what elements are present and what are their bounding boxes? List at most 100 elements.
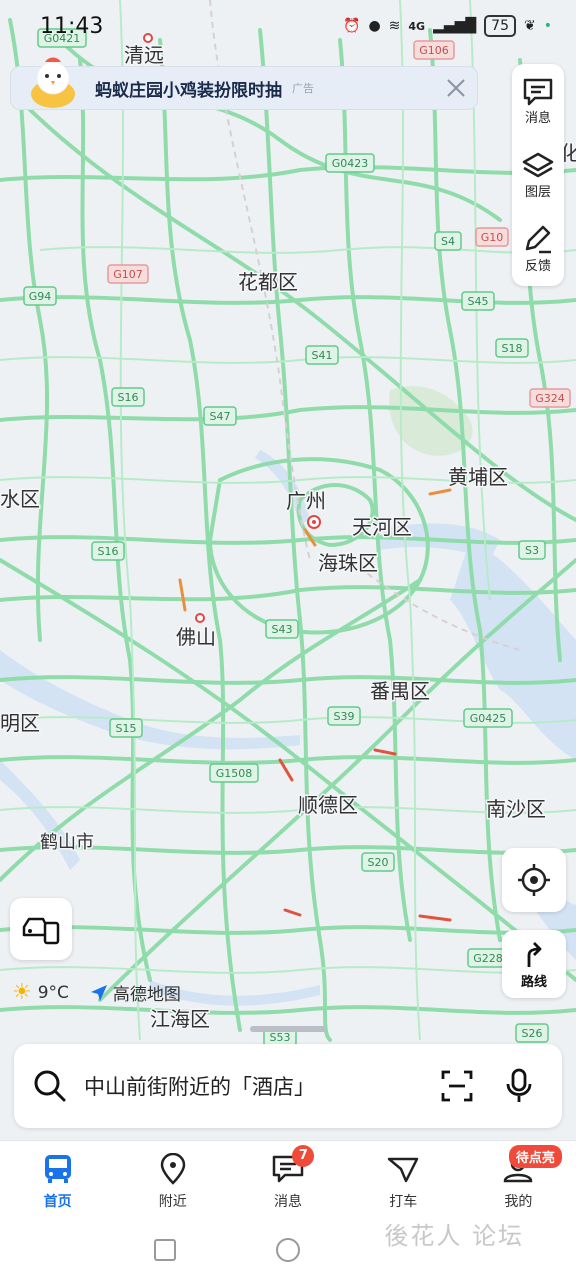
svg-text:G228: G228 xyxy=(473,952,503,965)
svg-text:S47: S47 xyxy=(210,410,231,423)
place-label: 广州 xyxy=(286,489,326,513)
locate-button[interactable] xyxy=(502,848,566,912)
place-label: 鹤山市 xyxy=(40,832,94,853)
svg-text:S39: S39 xyxy=(334,710,355,723)
drag-handle[interactable] xyxy=(250,1026,326,1032)
close-icon[interactable] xyxy=(443,75,469,101)
status-bar: 11:43 ⏰ ● ≋ 4G ▂▄▆█ 75 ❦ • xyxy=(0,0,576,52)
map-canvas[interactable]: 清远 花都区 广州 天河区 海珠区 黄埔区 佛山 番禺区 顺德区 南沙区 鹤山市… xyxy=(0,0,576,1140)
microphone-icon[interactable] xyxy=(504,1068,534,1104)
feedback-button-label: 反馈 xyxy=(524,258,551,274)
search-input[interactable]: 中山前街附近的「酒店」 xyxy=(84,1071,440,1101)
place-label: 黄埔区 xyxy=(448,465,508,489)
place-label: 海珠区 xyxy=(318,551,378,575)
recents-icon[interactable] xyxy=(153,1238,177,1262)
signal-icon: ▂▄▆█ xyxy=(433,18,477,34)
svg-text:S16: S16 xyxy=(118,391,139,404)
bus-icon xyxy=(44,1155,71,1183)
search-bar[interactable]: 中山前街附近的「酒店」 xyxy=(14,1044,562,1128)
layers-button-label: 图层 xyxy=(524,184,551,200)
wifi-icon: ≋ xyxy=(388,18,401,34)
alarm-icon: ⏰ xyxy=(343,18,361,34)
svg-text:S20: S20 xyxy=(368,856,389,869)
feedback-button[interactable]: 反馈 xyxy=(521,225,555,274)
svg-text:G324: G324 xyxy=(535,392,565,405)
place-label: 明区 xyxy=(0,711,40,735)
tab-home[interactable]: 首页 xyxy=(0,1141,115,1221)
route-button[interactable]: 路线 xyxy=(502,930,566,998)
road-shield: S47 xyxy=(203,406,237,426)
svg-text:G1508: G1508 xyxy=(216,767,253,780)
crosshair-icon xyxy=(518,864,550,896)
taxi-icon xyxy=(387,1157,419,1183)
ad-label: 广告 xyxy=(292,82,314,95)
svg-text:S53: S53 xyxy=(270,1031,291,1044)
tab-profile-label: 我的 xyxy=(504,1194,533,1210)
road-shield: S15 xyxy=(109,718,143,738)
brand-name: 高德地图 xyxy=(112,985,181,1005)
home-icon[interactable] xyxy=(275,1237,301,1263)
chick-mascot-icon xyxy=(31,57,75,108)
svg-text:G94: G94 xyxy=(29,290,52,303)
svg-text:S15: S15 xyxy=(116,722,137,735)
svg-text:S41: S41 xyxy=(312,349,333,362)
svg-text:S45: S45 xyxy=(468,295,489,308)
tab-messages-label: 消息 xyxy=(274,1194,302,1210)
dot-icon: • xyxy=(543,18,552,34)
tab-taxi[interactable]: 打车 xyxy=(346,1141,461,1221)
road-shield: S45 xyxy=(461,291,495,311)
tab-taxi-label: 打车 xyxy=(389,1194,418,1210)
layers-button[interactable]: 图层 xyxy=(521,151,555,200)
route-button-label: 路线 xyxy=(520,974,547,990)
place-label: 南沙区 xyxy=(486,797,546,821)
status-time: 11:43 xyxy=(40,13,104,39)
profile-badge: 待点亮 xyxy=(508,1145,562,1168)
sun-icon: ☀ xyxy=(12,980,32,1005)
watermark: 後花人 论坛 xyxy=(384,1222,524,1250)
ad-banner-title: 蚂蚁庄园小鸡装扮限时抽 xyxy=(95,80,282,101)
status-icons: ⏰ ● ≋ 4G ▂▄▆█ 75 ❦ • xyxy=(343,15,552,37)
tab-nearby[interactable]: 附近 xyxy=(115,1141,230,1221)
ad-banner[interactable]: 蚂蚁庄园小鸡装扮限时抽 广告 xyxy=(10,57,478,110)
place-label: 江海区 xyxy=(150,1007,210,1031)
road-shield: G0425 xyxy=(463,708,513,728)
svg-text:S18: S18 xyxy=(502,342,523,355)
leaf-icon: ❦ xyxy=(524,18,536,34)
place-label: 天河区 xyxy=(352,515,412,539)
road-shield: S41 xyxy=(305,345,339,365)
tab-messages[interactable]: 7 消息 xyxy=(230,1141,345,1221)
location-pin-icon xyxy=(160,1153,186,1185)
road-shield: S20 xyxy=(361,852,395,872)
road-shield: S18 xyxy=(495,338,529,358)
place-label: 佛山 xyxy=(176,625,216,649)
tab-home-label: 首页 xyxy=(43,1194,72,1210)
place-label: 顺德区 xyxy=(298,793,358,817)
messages-button[interactable]: 消息 xyxy=(521,77,555,126)
road-shield: G0423 xyxy=(325,153,375,173)
vehicle-button[interactable] xyxy=(10,898,72,960)
map-tool-panel: 消息 图层 反馈 xyxy=(512,64,564,286)
road-shield: S26 xyxy=(515,1023,549,1043)
tab-profile[interactable]: 待点亮 我的 xyxy=(461,1141,576,1221)
car-phone-icon xyxy=(22,917,60,945)
road-shield: S16 xyxy=(91,541,125,561)
temperature: 9°C xyxy=(37,982,69,1003)
edit-icon xyxy=(525,225,551,253)
road-shield: S39 xyxy=(327,706,361,726)
amap-logo-icon xyxy=(90,984,107,1001)
place-label: 番禺区 xyxy=(370,679,430,703)
battery-icon: 75 xyxy=(484,15,516,37)
weather-widget: ☀ 9°C 高德地图 xyxy=(12,980,181,1005)
road-shield: S4 xyxy=(434,231,462,251)
scan-icon[interactable] xyxy=(440,1069,474,1103)
road-shield: S3 xyxy=(518,540,546,560)
messages-badge: 7 xyxy=(292,1145,315,1167)
road-shield: G324 xyxy=(529,388,571,408)
tab-nearby-label: 附近 xyxy=(158,1194,187,1210)
message-icon xyxy=(523,78,553,105)
svg-text:S26: S26 xyxy=(522,1027,543,1040)
layers-icon xyxy=(522,152,554,177)
svg-text:S16: S16 xyxy=(98,545,119,558)
svg-text:G0425: G0425 xyxy=(470,712,507,725)
road-shield: G1508 xyxy=(209,763,259,783)
